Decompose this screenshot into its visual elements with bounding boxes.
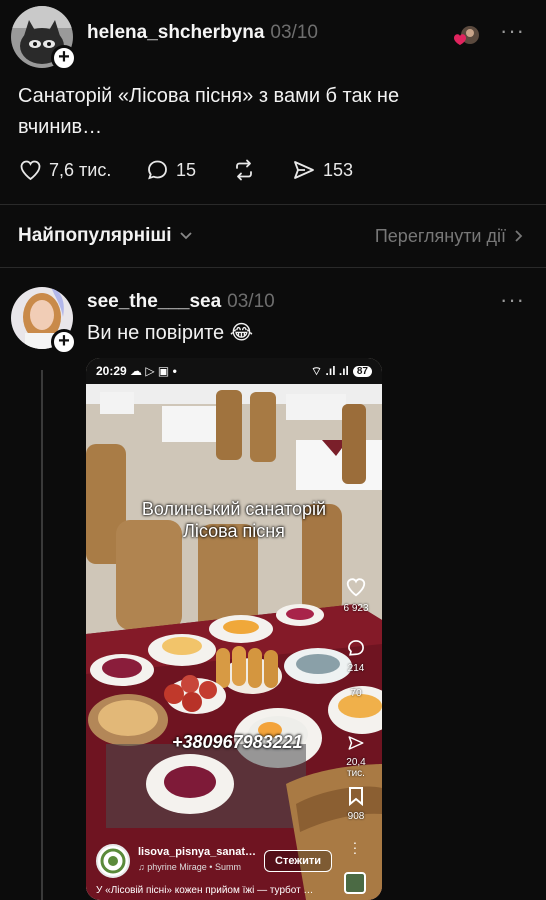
- heart-icon: [20, 160, 41, 181]
- attached-screenshot[interactable]: 20:29 ☁ ▷ ▣ • ⌔ .ıl .ıl 87 Волинський са…: [86, 358, 382, 900]
- video-overlay-title: Волинський санаторій Лісова пісня: [86, 498, 382, 542]
- overlay-phone-number: +380967983221: [172, 732, 303, 752]
- embedded-account-avatar[interactable]: [96, 844, 130, 878]
- embedded-music-thumb-icon[interactable]: [344, 872, 366, 894]
- embedded-bookmark-action[interactable]: 908: [336, 786, 376, 822]
- embedded-bookmark-count: 908: [347, 811, 365, 822]
- comment-bubble-icon: [348, 640, 364, 656]
- embedded-share-action[interactable]: 20,4 тис.: [336, 734, 376, 779]
- embedded-music: ♫ phyrine Mirage • Summ: [138, 862, 241, 872]
- battery-badge: 87: [352, 365, 372, 377]
- comment-button[interactable]: 15: [145, 158, 196, 182]
- post-more-options-icon[interactable]: ···: [500, 18, 525, 44]
- overlay-line: Лісова пісня: [183, 521, 285, 541]
- sort-label: Найпопулярніші: [18, 225, 172, 246]
- like-count: 7,6 тис.: [49, 159, 112, 180]
- embedded-save-count: 70: [350, 688, 362, 699]
- post-text-line: Санаторій «Лісова пісня» з вами б так не: [18, 85, 400, 107]
- reply-more-options-icon[interactable]: ···: [500, 287, 525, 313]
- post-text: Санаторій «Лісова пісня» з вами б так не…: [18, 81, 528, 143]
- view-activity-label: Переглянути дії: [374, 225, 506, 246]
- bookmark-icon: [349, 787, 363, 807]
- reply-username[interactable]: see_the___sea: [87, 291, 221, 312]
- comment-count: 15: [176, 159, 197, 180]
- reactors-avatars-icon[interactable]: [448, 24, 484, 48]
- reply-date: 03/10: [227, 291, 275, 312]
- divider: [0, 204, 546, 205]
- share-count: 153: [323, 159, 354, 180]
- chevron-down-icon: [180, 232, 193, 240]
- heart-icon: [346, 578, 366, 597]
- follow-plus-icon[interactable]: +: [51, 45, 77, 71]
- embedded-account-name[interactable]: lisova_pisnya_sanat…: [138, 846, 256, 858]
- reply-text: Ви не повірите 😂: [87, 322, 254, 344]
- share-button[interactable]: 153: [291, 158, 353, 182]
- embedded-music-label: phyrine Mirage • Summ: [147, 862, 241, 872]
- embedded-time: 20:29: [96, 364, 127, 378]
- divider: [0, 267, 546, 268]
- send-icon: [348, 736, 364, 750]
- embedded-comment-count: 214: [347, 663, 365, 674]
- embedded-status-bar: 20:29 ☁ ▷ ▣ • ⌔ .ıl .ıl 87: [86, 358, 382, 384]
- post-text-line: вчинив…: [18, 116, 103, 138]
- thread-line: [41, 370, 43, 900]
- embedded-follow-button[interactable]: Стежити: [264, 850, 333, 872]
- post-date: 03/10: [270, 22, 318, 43]
- chevron-right-icon: [515, 230, 523, 242]
- like-button[interactable]: 7,6 тис.: [18, 158, 111, 182]
- embedded-more-icon[interactable]: · · ·: [348, 835, 362, 859]
- view-activity-link[interactable]: Переглянути дії: [375, 226, 524, 247]
- repost-button[interactable]: [231, 158, 257, 182]
- embedded-save-action[interactable]: 70: [336, 688, 376, 699]
- send-icon: [294, 161, 314, 179]
- repost-icon: [236, 159, 252, 181]
- post-username[interactable]: helena_shcherbyna: [87, 22, 264, 43]
- follow-plus-icon[interactable]: +: [51, 329, 77, 355]
- overlay-line: Волинський санаторій: [141, 499, 327, 519]
- reply-header: see_the___sea 03/10: [87, 291, 275, 313]
- embedded-comment-action[interactable]: 214: [336, 638, 376, 674]
- comment-bubble-icon: [148, 160, 167, 180]
- post-header: helena_shcherbyna 03/10: [87, 22, 318, 44]
- embedded-caption: У «Лісовій пісні» кожен прийом їжі — тур…: [96, 885, 314, 896]
- sort-dropdown[interactable]: Найпопулярніші: [18, 225, 193, 247]
- embedded-like-count: 6 923: [343, 603, 369, 614]
- embedded-share-count: 20,4 тис.: [346, 757, 366, 779]
- sort-bar: Найпопулярніші Переглянути дії: [18, 225, 524, 247]
- embedded-like-action[interactable]: 6 923: [336, 576, 376, 614]
